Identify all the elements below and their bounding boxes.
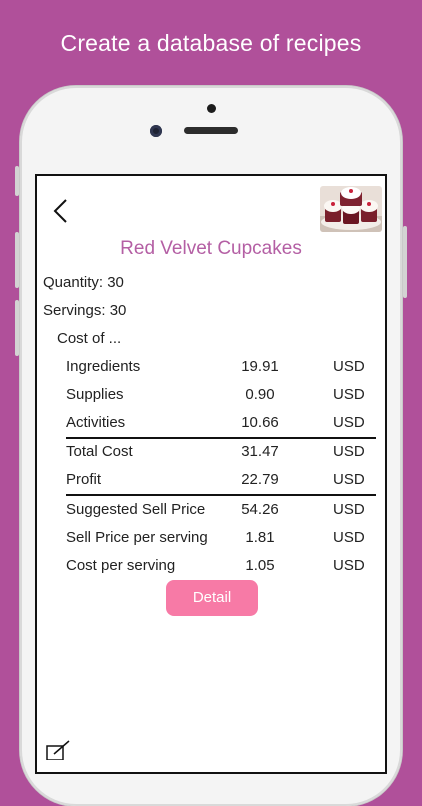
total-value: 31.47: [241, 443, 279, 460]
profit-row: Profit 22.79 USD: [37, 467, 385, 495]
cost-of-heading: Cost of ...: [57, 330, 122, 347]
pricing-value: 54.26: [241, 501, 279, 518]
back-button[interactable]: [51, 198, 71, 224]
cost-currency: USD: [333, 414, 365, 431]
recipe-title: Red Velvet Cupcakes: [120, 238, 302, 259]
phone-sensor: [207, 104, 216, 113]
phone-volume-up: [15, 232, 19, 288]
phone-speaker: [184, 127, 238, 134]
cupcake-photo: [320, 186, 382, 232]
phone-mute-switch: [15, 166, 19, 196]
cost-row-activities: Activities 10.66 USD: [37, 410, 385, 438]
pricing-currency: USD: [333, 529, 365, 546]
profit-value: 22.79: [241, 471, 279, 488]
pricing-label: Suggested Sell Price: [66, 501, 206, 518]
total-cost-row: Total Cost 31.47 USD: [37, 439, 385, 467]
pricing-currency: USD: [333, 557, 365, 574]
total-label: Total Cost: [66, 443, 133, 460]
pricing-currency: USD: [333, 501, 365, 518]
app-screen: Red Velvet Cupcakes Quantity: 30 Serving…: [35, 174, 387, 774]
pricing-label: Cost per serving: [66, 557, 176, 574]
profit-label: Profit: [66, 471, 102, 488]
cost-row-ingredients: Ingredients 19.91 USD: [37, 354, 385, 382]
cost-value: 10.66: [241, 414, 279, 431]
cost-label: Supplies: [66, 386, 124, 403]
phone-volume-down: [15, 300, 19, 356]
cost-currency: USD: [333, 386, 365, 403]
cost-currency: USD: [333, 358, 365, 375]
edit-icon: [46, 740, 70, 761]
quantity-label: Quantity: 30: [43, 274, 124, 291]
cost-value: 19.91: [241, 358, 279, 375]
cost-label: Activities: [66, 414, 126, 431]
sell-price-per-serving-row: Sell Price per serving 1.81 USD: [37, 525, 385, 553]
servings-label: Servings: 30: [43, 302, 127, 319]
phone-front-camera: [150, 125, 162, 137]
recipe-thumbnail[interactable]: [320, 186, 382, 232]
divider: [66, 494, 376, 496]
pricing-value: 1.81: [245, 529, 275, 546]
headline: Create a database of recipes: [60, 30, 362, 56]
edit-button[interactable]: [45, 740, 75, 761]
cost-label: Ingredients: [66, 358, 141, 375]
phone-power-button: [403, 226, 407, 298]
cost-per-serving-row: Cost per serving 1.05 USD: [37, 553, 385, 581]
detail-button[interactable]: Detail: [166, 580, 258, 616]
cost-value: 0.90: [245, 386, 275, 403]
pricing-value: 1.05: [245, 557, 275, 574]
profit-currency: USD: [333, 471, 365, 488]
cost-row-supplies: Supplies 0.90 USD: [37, 382, 385, 410]
total-currency: USD: [333, 443, 365, 460]
suggested-sell-price-row: Suggested Sell Price 54.26 USD: [37, 497, 385, 525]
chevron-left-icon: [53, 199, 67, 223]
pricing-label: Sell Price per serving: [66, 529, 208, 546]
